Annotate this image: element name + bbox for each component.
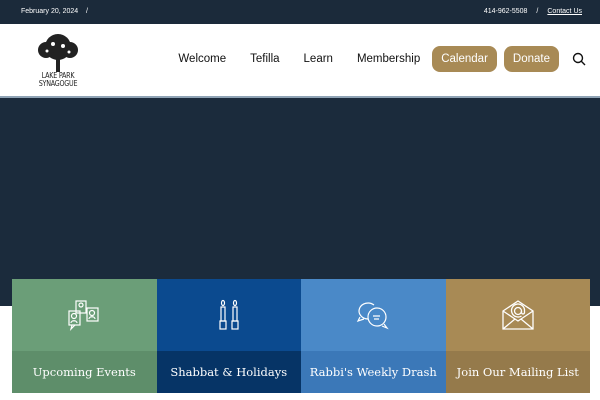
nav-welcome[interactable]: Welcome — [178, 53, 226, 65]
card-label: Rabbi's Weekly Drash — [301, 351, 446, 393]
quick-links: Upcoming Events Shabbat & Holidays Rabbi… — [12, 279, 590, 393]
hero-banner — [0, 96, 600, 306]
nav-learn[interactable]: Learn — [304, 53, 333, 65]
card-shabbat-holidays[interactable]: Shabbat & Holidays — [156, 279, 301, 393]
site-header: LAKE PARK SYNAGOGUE Welcome Tefilla Lear… — [0, 24, 600, 96]
contact-us-link[interactable]: Contact Us — [547, 8, 582, 15]
current-date: February 20, 2024 — [21, 8, 79, 15]
top-bar: February 20, 2024 / 414-962-5508 / Conta… — [0, 0, 600, 24]
main-nav: Welcome Tefilla Learn Membership Calenda… — [178, 46, 586, 72]
card-join-mailing-list[interactable]: Join Our Mailing List — [445, 279, 590, 393]
logo[interactable]: LAKE PARK SYNAGOGUE — [30, 32, 86, 90]
card-label: Upcoming Events — [12, 351, 157, 393]
calendar-button[interactable]: Calendar — [432, 46, 497, 72]
candles-icon — [219, 299, 239, 330]
chat-bubbles-icon — [357, 302, 390, 330]
envelope-icon — [502, 300, 534, 330]
separator: / — [536, 8, 539, 15]
nav-membership[interactable]: Membership — [357, 53, 420, 65]
card-upcoming-events[interactable]: Upcoming Events — [12, 279, 157, 393]
card-label: Join Our Mailing List — [445, 351, 590, 393]
people-icon — [68, 300, 99, 331]
search-icon[interactable] — [572, 52, 586, 66]
separator: / — [86, 8, 88, 15]
logo-line2: SYNAGOGUE — [38, 79, 78, 88]
phone-number: 414-962-5508 — [483, 8, 528, 15]
nav-tefilla[interactable]: Tefilla — [250, 53, 279, 65]
tree-icon — [38, 34, 78, 72]
card-label: Shabbat & Holidays — [156, 351, 301, 393]
donate-button[interactable]: Donate — [503, 46, 559, 72]
card-rabbis-weekly-drash[interactable]: Rabbi's Weekly Drash — [301, 279, 446, 393]
